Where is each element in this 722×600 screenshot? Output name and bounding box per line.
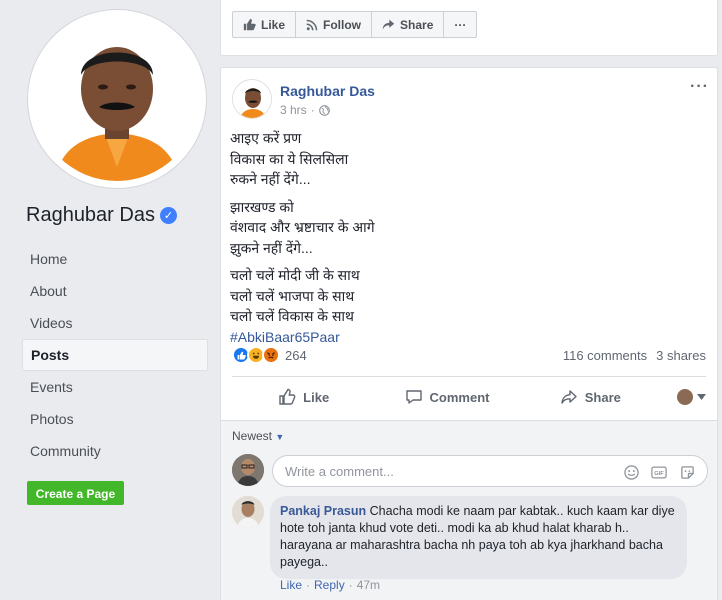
- post-paragraph-1: आइए करें प्रण विकास का ये सिलसिला रुकने …: [230, 128, 375, 190]
- sort-caret-icon: ▼: [275, 432, 285, 442]
- follow-button[interactable]: Follow: [295, 11, 373, 38]
- comment-sort-label: Newest: [232, 429, 273, 443]
- comment-sort-dropdown[interactable]: Newest ▼: [232, 429, 284, 443]
- page-action-bar: Like Follow Share ···: [220, 0, 718, 56]
- thumbs-up-icon: [243, 18, 256, 31]
- identity-avatar: [676, 389, 693, 405]
- comment-input-icons: GIF: [623, 464, 695, 480]
- create-page-button[interactable]: Create a Page: [27, 481, 124, 505]
- current-user-avatar: [232, 454, 264, 486]
- follow-label: Follow: [323, 17, 362, 32]
- nav-item-home[interactable]: Home: [22, 243, 208, 275]
- post-time[interactable]: 3 hrs: [280, 103, 307, 117]
- post-author-name[interactable]: Raghubar Das: [280, 83, 375, 99]
- nav-item-posts[interactable]: Posts: [22, 339, 208, 371]
- page-nav: Home About Videos Posts Events Photos Co…: [22, 243, 208, 467]
- rss-follow-icon: [306, 19, 318, 30]
- nav-item-community[interactable]: Community: [22, 435, 208, 467]
- post-share-label: Share: [584, 389, 621, 405]
- post-options-icon[interactable]: ···: [690, 78, 709, 96]
- post-line: झुकने नहीं देंगे...: [230, 239, 313, 256]
- post-text: आइए करें प्रण विकास का ये सिलसिला रुकने …: [230, 128, 375, 354]
- post-paragraph-3: चलो चलें मोदी जी के साथ चलो चलें भाजपा क…: [230, 265, 375, 347]
- actions-divider-top: [232, 376, 706, 377]
- nav-item-about[interactable]: About: [22, 275, 208, 307]
- comment-placeholder: Write a comment...: [285, 463, 394, 479]
- share-outline-icon: [561, 390, 577, 404]
- nav-item-photos[interactable]: Photos: [22, 403, 208, 435]
- post-comment-label: Comment: [429, 389, 490, 405]
- share-page-button[interactable]: Share: [371, 11, 445, 38]
- post-line: विकास का ये सिलसिला: [230, 150, 349, 167]
- post-share-button[interactable]: Share: [519, 388, 662, 406]
- post-stats: 116 comments 3 shares: [563, 348, 706, 363]
- caret-down-icon: [696, 394, 706, 400]
- post-line: चलो चलें विकास के साथ: [230, 308, 354, 324]
- share-arrow-icon: [382, 19, 395, 30]
- shares-count-link[interactable]: 3 shares: [656, 348, 706, 363]
- post-like-button[interactable]: Like: [232, 388, 375, 406]
- comment-actions: Like · Reply · 47m: [280, 578, 380, 592]
- svg-text:GIF: GIF: [654, 471, 664, 477]
- post-hashtag[interactable]: #AbkiBaar65Paar: [230, 327, 375, 348]
- comment-bubble-icon: [405, 390, 422, 404]
- angry-reaction-icon: [262, 346, 280, 364]
- comment-action-separator: ·: [348, 578, 353, 592]
- comment-time[interactable]: 47m: [357, 578, 380, 592]
- post-like-label: Like: [303, 389, 330, 405]
- comment-reply-link[interactable]: Reply: [314, 578, 345, 592]
- reactions-summary[interactable]: 264: [232, 346, 307, 364]
- share-page-label: Share: [400, 17, 434, 32]
- sticker-icon[interactable]: [679, 464, 695, 480]
- reaction-identity-selector[interactable]: [662, 389, 706, 405]
- post-line: आइए करें प्रण: [230, 130, 302, 146]
- globe-icon: [318, 104, 330, 116]
- post-line: वंशवाद और भ्रष्टाचार के आगे: [230, 219, 375, 235]
- comment-action-separator: ·: [306, 578, 311, 592]
- comment-bubble: Pankaj Prasun Chacha modi ke naam par ka…: [270, 496, 687, 579]
- page-name-text: Raghubar Das: [26, 204, 155, 226]
- post-line: चलो चलें भाजपा के साथ: [230, 287, 355, 304]
- comment-input[interactable]: Write a comment... GIF: [272, 455, 708, 487]
- page-name: Raghubar Das ✓: [26, 204, 177, 227]
- verified-badge-icon: ✓: [159, 207, 177, 224]
- gif-icon[interactable]: GIF: [651, 464, 667, 480]
- thumbs-up-outline-icon: [279, 388, 296, 405]
- post-meta: 3 hrs ·: [280, 103, 330, 117]
- commenter-name[interactable]: Pankaj Prasun: [280, 504, 366, 518]
- page-action-buttons: Like Follow Share ···: [232, 11, 478, 38]
- post-actions: Like Comment Share: [232, 378, 706, 416]
- post-line: रुकने नहीं देंगे...: [230, 171, 311, 187]
- post-comment-button[interactable]: Comment: [375, 388, 518, 406]
- post-author-avatar[interactable]: [232, 79, 272, 119]
- post-time-separator: ·: [310, 103, 315, 117]
- like-page-label: Like: [261, 17, 286, 32]
- nav-item-videos[interactable]: Videos: [22, 307, 208, 339]
- post-card: Raghubar Das 3 hrs · ··· आइए करें प्रण व…: [220, 67, 718, 600]
- left-column: Raghubar Das ✓ Home About Videos Posts E…: [0, 0, 218, 600]
- post-line: चलो चलें मोदी जी के साथ: [230, 267, 360, 283]
- profile-picture-frame: [28, 10, 206, 188]
- emoji-icon[interactable]: [623, 464, 639, 480]
- post-line: झारखण्ड को: [230, 198, 294, 215]
- profile-picture[interactable]: [35, 17, 199, 181]
- comment-like-link[interactable]: Like: [280, 578, 302, 592]
- comments-count-link[interactable]: 116 comments: [563, 348, 647, 363]
- reaction-count: 264: [285, 347, 307, 363]
- more-options-button[interactable]: ···: [443, 11, 478, 38]
- like-page-button[interactable]: Like: [232, 11, 297, 38]
- post-paragraph-2: झारखण्ड को वंशवाद और भ्रष्टाचार के आगे झ…: [230, 197, 375, 259]
- commenter-avatar[interactable]: [232, 496, 264, 528]
- comments-section: Newest ▼ Write a comment... GIF Pankaj P…: [221, 420, 717, 600]
- nav-item-events[interactable]: Events: [22, 371, 208, 403]
- more-dots-icon: ···: [454, 17, 467, 32]
